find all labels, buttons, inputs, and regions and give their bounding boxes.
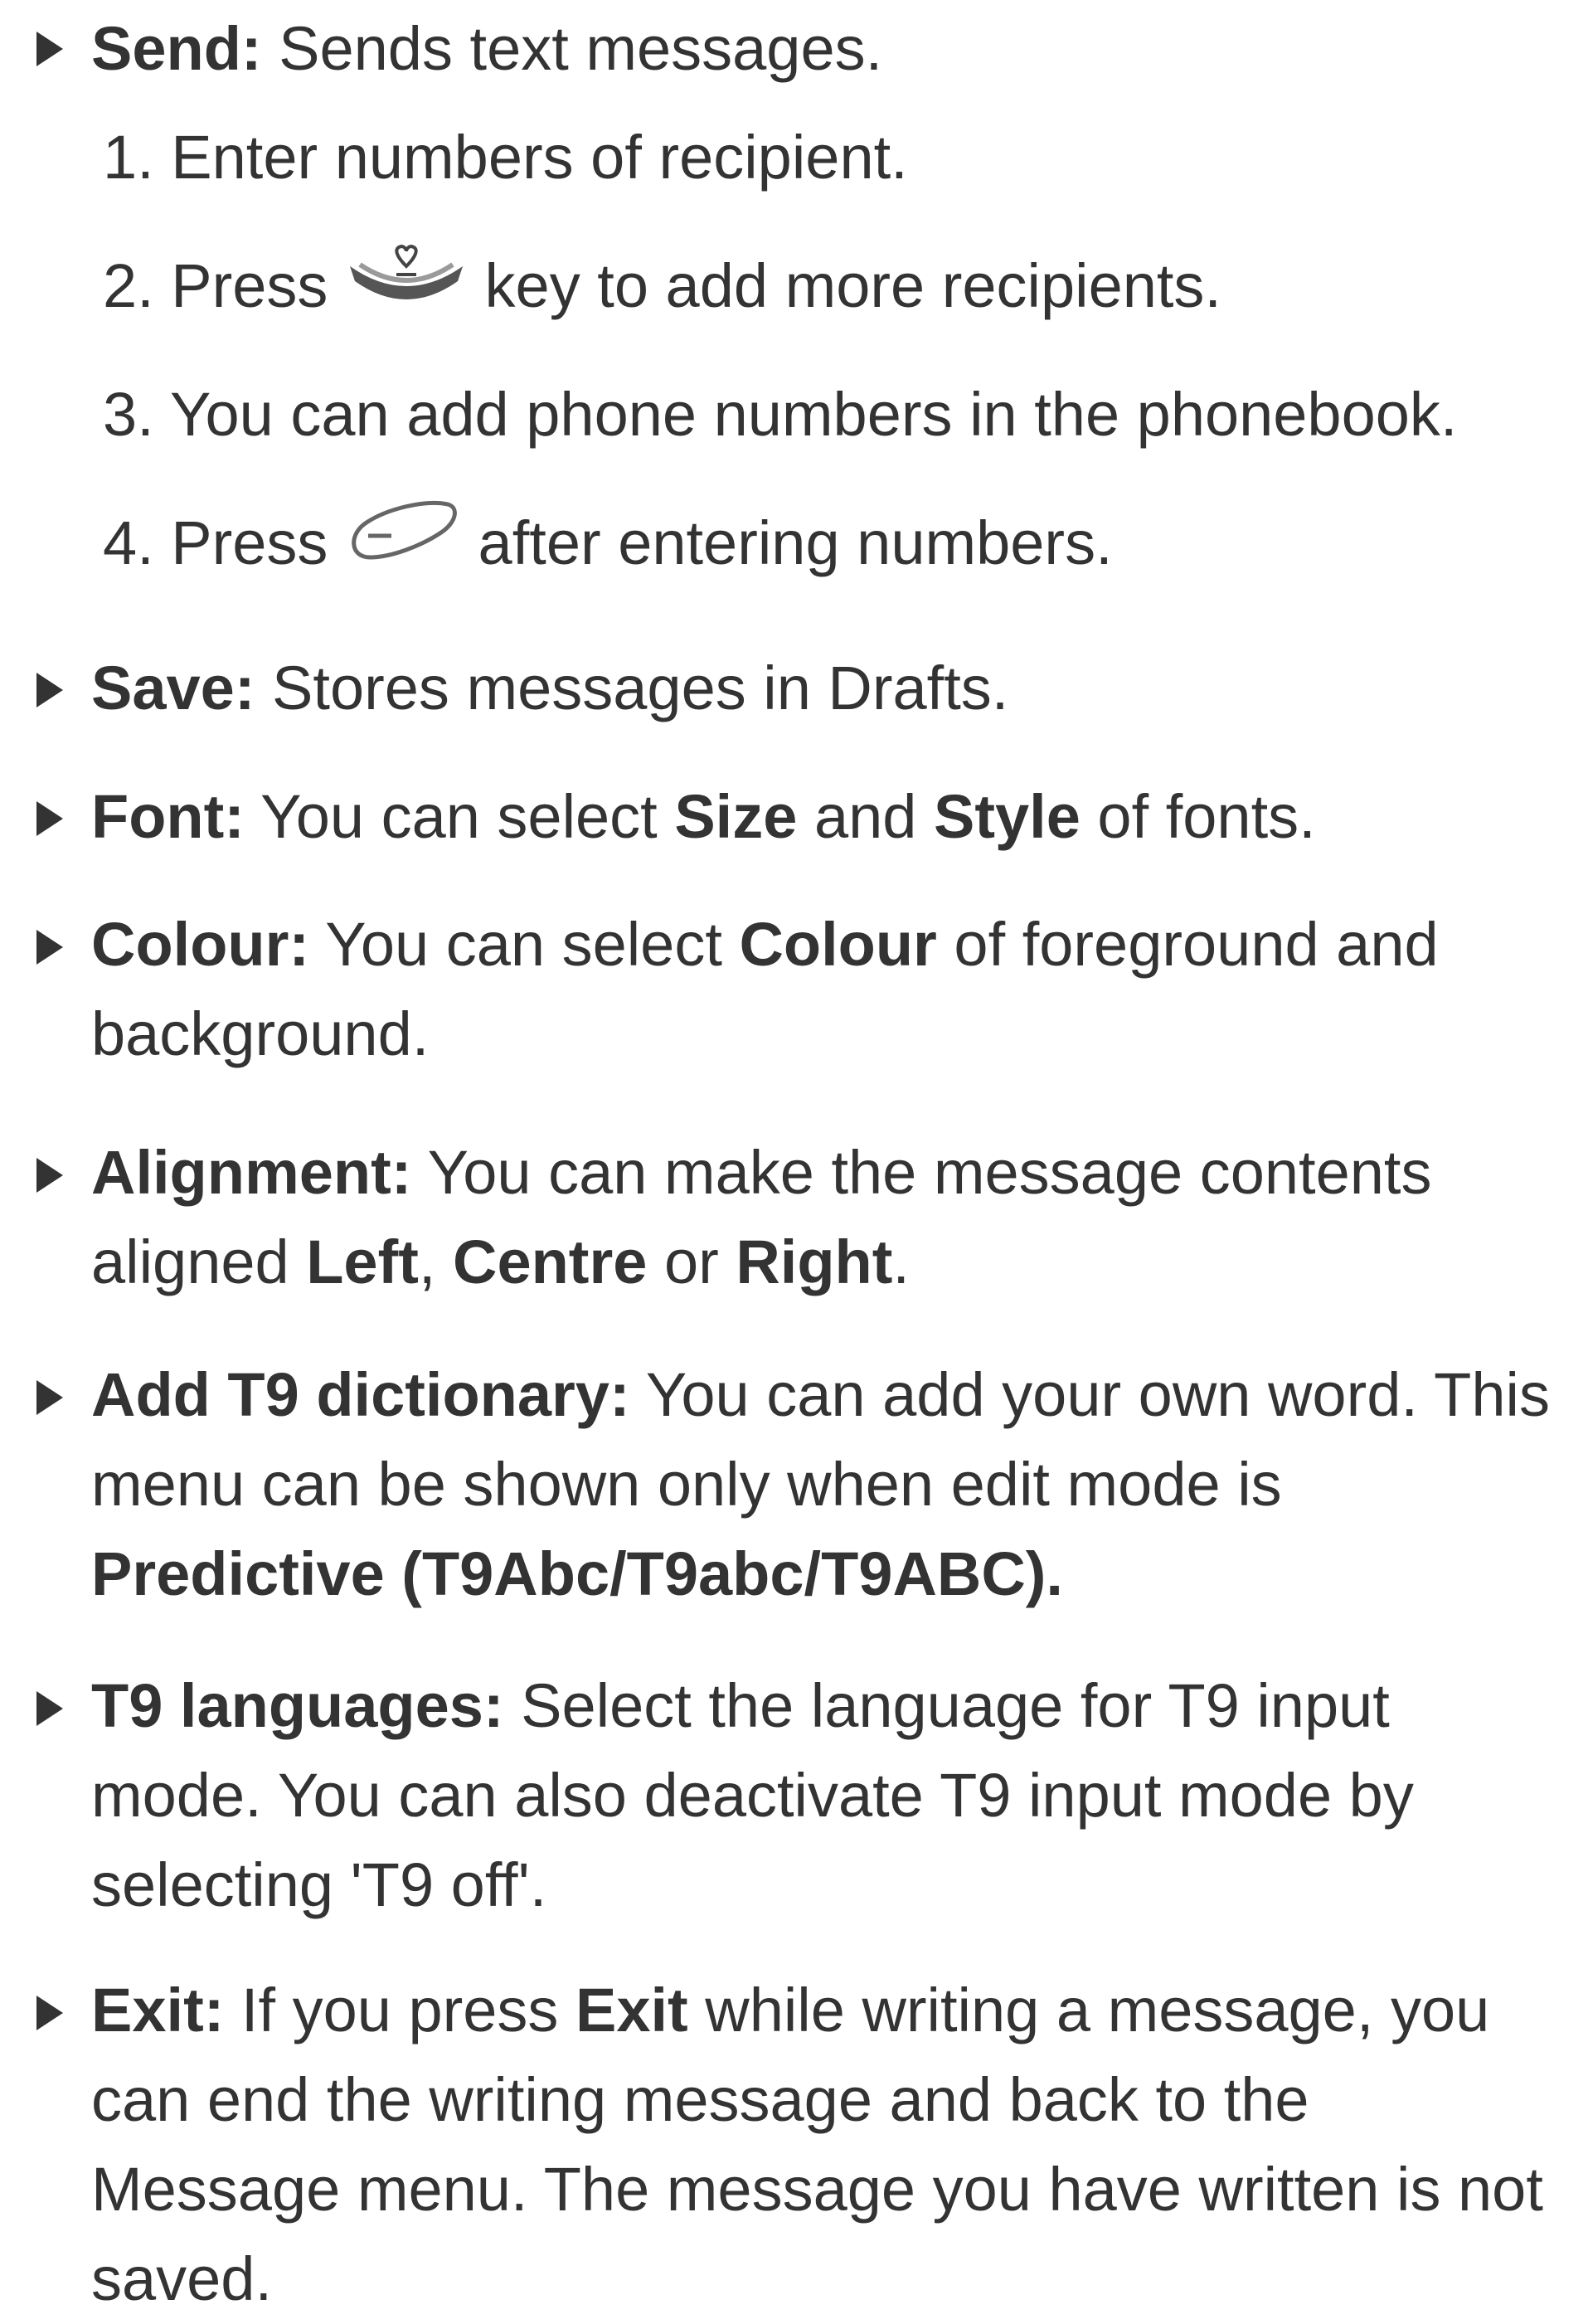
bullet-triangle-icon — [36, 1380, 63, 1415]
alignment-centre-term: Centre — [453, 1228, 648, 1296]
colour-bold-term: Colour — [739, 910, 937, 979]
send-term: Send: — [91, 14, 262, 83]
step-text-after: after entering numbers. — [461, 508, 1113, 577]
step-text-before: Press — [153, 251, 345, 320]
font-text: of fonts. — [1080, 782, 1316, 851]
step-text-before: Press — [153, 508, 345, 577]
exit-bold-term: Exit — [575, 1976, 688, 2044]
alignment-text: , — [418, 1228, 453, 1296]
exit-text: If you press — [224, 1976, 575, 2044]
send-step-3: 3. You can add phone numbers in the phon… — [103, 369, 1457, 460]
t9-dictionary-term: Add T9 dictionary: — [91, 1360, 630, 1429]
step-text-after: key to add more recipients. — [468, 251, 1221, 320]
save-term: Save: — [91, 654, 255, 722]
alignment-text: . — [892, 1228, 910, 1296]
send-step-4: 4. Press after entering numbers. — [103, 498, 1113, 596]
alignment-paragraph: Alignment: You can make the message cont… — [91, 1128, 1565, 1307]
step-text: Enter numbers of recipient. — [153, 123, 908, 192]
bullet-triangle-icon — [36, 801, 63, 836]
bullet-triangle-icon — [36, 32, 63, 66]
font-size-term: Size — [674, 782, 798, 851]
bullet-triangle-icon — [36, 930, 63, 965]
bullet-triangle-icon — [36, 1158, 63, 1193]
manual-page: Send: Sends text messages. 1. Enter numb… — [0, 0, 1588, 2313]
send-line: Send: Sends text messages. — [91, 3, 1565, 95]
soft-key-left-icon — [345, 494, 461, 591]
font-style-term: Style — [933, 782, 1081, 851]
step-number: 4. — [103, 508, 154, 577]
step-text: You can add phone numbers in the phonebo… — [153, 380, 1458, 449]
t9-dictionary-paragraph: Add T9 dictionary: You can add your own … — [91, 1350, 1565, 1619]
nav-key-down-icon — [345, 240, 468, 331]
bullet-triangle-icon — [36, 673, 63, 707]
t9-languages-paragraph: T9 languages: Select the language for T9… — [91, 1661, 1565, 1930]
colour-paragraph: Colour: You can select Colour of foregro… — [91, 900, 1565, 1079]
send-step-1: 1. Enter numbers of recipient. — [103, 112, 908, 203]
send-desc: Sends text messages. — [261, 14, 883, 83]
exit-term: Exit: — [91, 1976, 225, 2044]
t9-dictionary-bold: Predictive (T9Abc/T9abc/T9ABC). — [91, 1539, 1063, 1608]
font-text: and — [797, 782, 934, 851]
font-line: Font: You can select Size and Style of f… — [91, 771, 1565, 863]
alignment-text: or — [647, 1228, 736, 1296]
exit-paragraph: Exit: If you press Exit while writing a … — [91, 1966, 1565, 2324]
step-number: 2. — [103, 251, 154, 320]
font-term: Font: — [91, 782, 245, 851]
step-number: 1. — [103, 123, 154, 192]
alignment-term: Alignment: — [91, 1138, 412, 1207]
save-line: Save: Stores messages in Drafts. — [91, 643, 1565, 734]
alignment-left-term: Left — [306, 1228, 419, 1296]
t9-languages-term: T9 languages: — [91, 1671, 504, 1740]
save-desc: Stores messages in Drafts. — [255, 654, 1009, 722]
colour-term: Colour: — [91, 910, 310, 979]
alignment-right-term: Right — [736, 1228, 893, 1296]
send-step-2: 2. Press key to add more recipients. — [103, 241, 1221, 336]
step-number: 3. — [103, 380, 154, 449]
font-text: You can select — [244, 782, 675, 851]
bullet-triangle-icon — [36, 1691, 63, 1726]
colour-text: You can select — [309, 910, 740, 979]
bullet-triangle-icon — [36, 1996, 63, 2030]
